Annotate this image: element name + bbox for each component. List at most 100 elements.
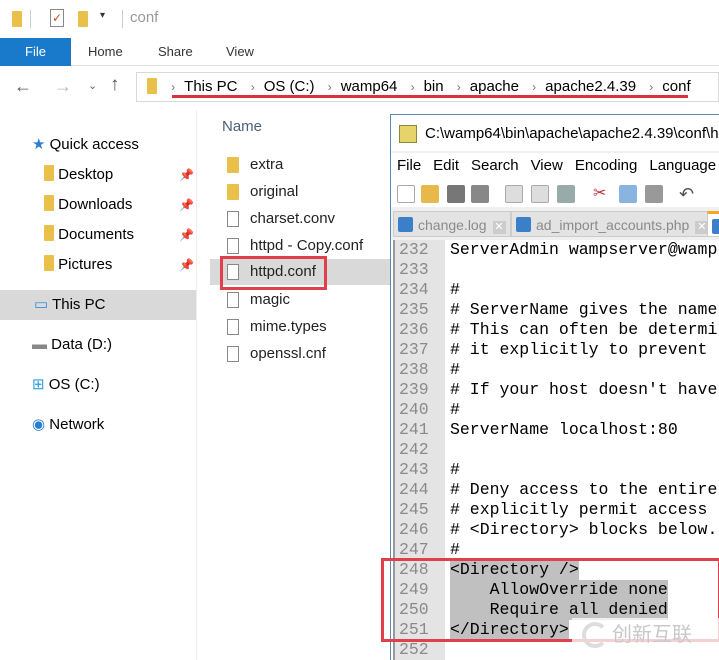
menu-edit[interactable]: Edit [433,157,459,174]
undo-icon[interactable]: ↶ [679,185,697,203]
file-item[interactable]: mime.types [210,314,390,340]
copy-icon[interactable] [619,185,637,203]
line-text: # [450,360,460,379]
code-line[interactable]: 240 # [391,400,719,420]
save-icon [398,217,413,232]
code-line[interactable]: 234 # [391,280,719,300]
customize-dropdown-icon[interactable]: ▾ [100,10,105,21]
watermark-logo-icon [582,622,608,648]
close-all-icon[interactable] [531,185,549,203]
sidebar-item-data-d[interactable]: ▬ Data (D:) [32,332,112,358]
folder-icon [227,184,239,200]
quick-access-toolbar: ✓ ▾ conf [0,0,719,38]
code-line[interactable]: 241 ServerName localhost:80 [391,420,719,440]
code-line[interactable]: 236 # This can often be determi [391,320,719,340]
sidebar-item-downloads[interactable]: Downloads 📌 [44,192,194,218]
code-line[interactable]: 238 # [391,360,719,380]
line-number: 252 [399,640,429,659]
cut-icon[interactable]: ✂ [593,185,611,203]
menu-language[interactable]: Language [649,157,716,174]
code-line[interactable]: 232 ServerAdmin wampserver@wamp [391,240,719,260]
code-line[interactable]: 242 [391,440,719,460]
breadcrumb-item[interactable]: bin [424,78,444,95]
tab-httpd-conf-active[interactable] [707,211,719,237]
properties-icon[interactable]: ✓ [50,9,64,27]
pin-icon[interactable]: 📌 [179,162,194,188]
tab-change-log[interactable]: change.log ✕ [393,211,511,237]
sidebar-item-documents[interactable]: Documents 📌 [44,222,194,248]
file-item[interactable]: openssl.cnf [210,341,390,367]
tab-file[interactable]: File [0,38,71,66]
sidebar-item-desktop[interactable]: Desktop 📌 [44,162,194,188]
line-number: 233 [399,260,429,279]
menu-file[interactable]: File [397,157,421,174]
code-line[interactable]: 247 # [391,540,719,560]
file-item[interactable]: charset.conv [210,206,390,232]
paste-icon[interactable] [645,185,663,203]
forward-icon[interactable]: → [54,76,72,97]
line-number: 241 [399,420,429,439]
close-tab-icon[interactable]: ✕ [492,221,506,234]
close-icon[interactable] [505,185,523,203]
breadcrumb-item[interactable]: apache [470,78,519,95]
toolbar: ✂ ↶ [391,179,719,207]
file-item[interactable]: original [210,179,390,205]
breadcrumb-item[interactable]: wamp64 [341,78,398,95]
breadcrumb-item[interactable]: OS (C:) [264,78,315,95]
back-icon[interactable]: ← [14,76,32,97]
sidebar-item-network[interactable]: ◉ Network [32,412,104,438]
line-number: 236 [399,320,429,339]
up-icon[interactable]: ↑ [110,74,120,96]
breadcrumb-item[interactable]: apache2.4.39 [545,78,636,95]
tab-view[interactable]: View [226,38,254,66]
menu-encoding[interactable]: Encoding [575,157,638,174]
code-line[interactable]: 233 [391,260,719,280]
code-line[interactable]: 237 # it explicitly to prevent [391,340,719,360]
documents-folder-icon [44,225,54,241]
pin-icon[interactable]: 📌 [179,252,194,278]
line-text: # [450,460,460,479]
code-line[interactable]: 239 # If your host doesn't have [391,380,719,400]
new-file-icon[interactable] [397,185,415,203]
highlight-box [220,256,327,290]
line-number: 244 [399,480,429,499]
open-file-icon[interactable] [421,185,439,203]
folder-icon [147,78,157,94]
file-icon [227,292,239,308]
print-icon[interactable] [557,185,575,203]
code-line[interactable]: 244 # Deny access to the entire [391,480,719,500]
save-all-icon[interactable] [471,185,489,203]
menu-view[interactable]: View [531,157,563,174]
menu-search[interactable]: Search [471,157,519,174]
window-title: conf [130,9,159,26]
line-number: 243 [399,460,429,479]
save-icon [516,217,531,232]
code-line[interactable]: 246 # <Directory> blocks below. [391,520,719,540]
save-icon[interactable] [447,185,465,203]
sidebar-item-this-pc[interactable]: ▭ This PC [0,290,196,320]
file-item[interactable]: magic [210,287,390,313]
sidebar-item-quick-access[interactable]: ★ Quick access [32,132,139,158]
code-line[interactable]: 243 # [391,460,719,480]
pin-icon[interactable]: 📌 [179,222,194,248]
tab-home[interactable]: Home [88,38,123,66]
file-item[interactable]: extra [210,152,390,178]
line-text: # it explicitly to prevent [450,340,718,359]
folder-icon [227,157,239,173]
line-number: 245 [399,500,429,519]
breadcrumb-item[interactable]: This PC [184,78,237,95]
new-folder-icon[interactable] [78,11,88,27]
notepad-icon [399,125,417,143]
column-header-name[interactable]: Name [222,118,262,135]
pictures-folder-icon [44,255,54,271]
tab-ad-import-accounts[interactable]: ad_import_accounts.php ✕ [511,211,714,237]
tab-share[interactable]: Share [158,38,193,66]
pin-icon[interactable]: 📌 [179,192,194,218]
code-line[interactable]: 245 # explicitly permit access [391,500,719,520]
breadcrumb-item[interactable]: conf [662,78,690,95]
line-number: 239 [399,380,429,399]
recent-locations-icon[interactable]: ⌄ [88,79,97,92]
sidebar-item-pictures[interactable]: Pictures 📌 [44,252,194,278]
sidebar-item-os-c[interactable]: ⊞ OS (C:) [32,372,100,398]
code-line[interactable]: 235 # ServerName gives the name [391,300,719,320]
